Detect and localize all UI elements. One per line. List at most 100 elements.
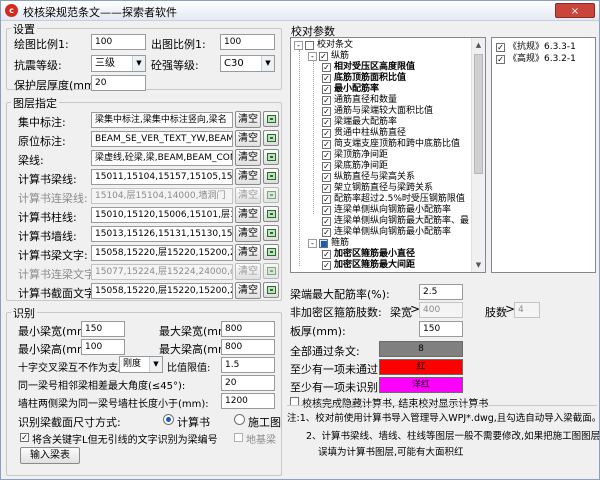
close-button[interactable]: × [555,3,595,18]
tree-item-label: 箍筋 [331,238,350,248]
note-2-line-2: 误填为计算书图层,可能有大面积红 [318,447,464,458]
layer-input-beam-line[interactable]: 梁虚线,砼梁,梁,BEAM,BEAM_CON,B [91,150,233,166]
angle-input[interactable]: 20 [221,375,275,391]
tree-item-label: 连梁单侧纵向钢筋最小配筋率 [334,227,452,237]
tree-checkbox[interactable]: ✓ [322,217,331,226]
spec-checkbox[interactable]: ✓ [496,55,505,64]
max-width-input[interactable]: 800 [221,321,275,337]
layer-input-concentrated[interactable]: 梁集中标注,梁集中标注竖向,梁名 [91,112,233,128]
tree-checkbox[interactable]: ✓ [322,107,331,116]
tree-item-label: 贯通中柱纵筋直径 [334,128,407,138]
clear-button-calc-column-line[interactable]: 清空 [235,206,261,223]
clear-button-inplace[interactable]: 清空 [235,130,261,147]
tree-checkbox[interactable] [305,41,314,50]
pass-color-swatch[interactable]: 8 [379,341,463,357]
layer-label-inplace: 原位标注: [18,135,66,148]
construction-drawing-radio[interactable] [234,414,245,425]
tree-checkbox[interactable]: ✓ [319,52,328,61]
tree-checkbox[interactable]: ✓ [322,228,331,237]
layer-input-calc-beam-text[interactable]: 15058,15220,层15220,15200,2100 [91,245,233,261]
min-width-input[interactable]: 150 [81,321,125,337]
app-logo-icon: c [5,4,18,17]
clear-button-calc-beam-line[interactable]: 清空 [235,168,261,185]
tree-checkbox[interactable]: ✓ [322,162,331,171]
beam-width-input: 400 [419,302,463,318]
foundation-beam-label: 地基梁 [246,435,276,446]
plate-thickness-input[interactable]: 150 [419,321,463,337]
tree-checkbox[interactable]: ✓ [322,250,331,259]
pick-layer-button-inplace[interactable] [263,130,279,146]
clear-button-calc-beam-text[interactable]: 清空 [235,244,261,261]
tree-checkbox[interactable]: ✓ [322,63,331,72]
scroll-up-icon[interactable]: ▲ [472,38,485,52]
layer-input-calc-column-line[interactable]: 15010,15120,15006,15101,层1510 [91,207,233,223]
ratio-limit-label: 比值限值: [167,363,211,374]
cover-input[interactable]: 20 [91,75,146,91]
tree-item-label: 连梁单侧纵向钢筋最大配筋率、最 [334,216,470,226]
tree-checkbox[interactable]: ✓ [322,85,331,94]
chevron-down-icon: ▼ [149,357,162,372]
pick-layer-button-calc-wall-line[interactable] [263,225,279,241]
tree-checkbox[interactable]: ✓ [322,118,331,127]
tree-item-label: 加密区箍筋最大间距 [334,260,416,270]
ratio-limit-input[interactable]: 1.5 [221,357,275,373]
layer-input-calc-section-text[interactable]: 15058,15220,层15220,15200,2100 [91,283,233,299]
max-height-input[interactable]: 800 [221,339,275,355]
collapse-icon[interactable]: - [308,239,317,248]
no-leader-text-checkbox[interactable]: ✓ [20,433,29,442]
clear-button-concentrated[interactable]: 清空 [235,111,261,128]
pick-layer-button-calc-column-line[interactable] [263,206,279,222]
unrecognized-color-swatch[interactable]: 洋红 [379,377,463,393]
clear-button-beam-line[interactable]: 清空 [235,149,261,166]
scrollbar-thumb[interactable] [474,54,483,174]
clear-button-calc-wall-line[interactable]: 清空 [235,225,261,242]
layer-input-calc-link-beam-line: 15104,层15104,14000,墙洞门 [91,188,233,204]
tree-checkbox[interactable]: ✓ [322,195,331,204]
tree-item-label: 梁端最大配筋率 [334,117,398,127]
chevron-down-icon: ▼ [132,56,145,71]
check-clauses-tree[interactable]: - 校对条文 - ✓ 纵筋 ✓ 相对受压区高度限值 ✓ 底筋顶筋面积比值 ✓ 最… [290,37,486,273]
pick-layer-button-beam-line[interactable] [263,149,279,165]
spec-list[interactable]: ✓ 《抗规》6.3.3-1 ✓ 《高规》6.3.2-1 [491,37,596,273]
pick-layer-icon [267,115,276,123]
pick-layer-button-calc-beam-text[interactable] [263,244,279,260]
layer-label-calc-link-beam-line: 计算书连梁线: [18,192,88,205]
tree-checkbox[interactable]: ✓ [322,96,331,105]
calc-book-radio-label: 计算书 [177,416,210,429]
tree-checkbox[interactable]: ✓ [322,74,331,83]
tree-scrollbar[interactable]: ▲ ▼ [471,38,485,272]
layer-input-calc-beam-line[interactable]: 15011,15104,15157,15105,15106, [91,169,233,185]
spec-checkbox[interactable]: ✓ [496,43,505,52]
tree-checkbox[interactable]: ✓ [322,261,331,270]
section-size-label: 识别梁截面尺寸方式: [18,416,121,429]
tree-checkbox[interactable]: ✓ [322,173,331,182]
tree-checkbox[interactable]: ✓ [322,184,331,193]
cross-beam-select[interactable]: 刚度 ▼ [119,356,163,373]
tree-checkbox[interactable]: ✓ [322,151,331,160]
min-height-input[interactable]: 100 [81,339,125,355]
concrete-select[interactable]: C30 ▼ [220,55,275,72]
pick-layer-button-concentrated[interactable] [263,111,279,127]
tree-checkbox[interactable]: ✓ [322,206,331,215]
out-scale-input[interactable]: 100 [220,34,275,50]
max-ratio-input[interactable]: 2.5 [419,284,463,300]
tree-checkbox[interactable]: ✓ [322,140,331,149]
collapse-icon[interactable]: - [308,52,317,61]
scroll-down-icon[interactable]: ▼ [472,258,485,272]
wall-length-input[interactable]: 1200 [221,393,275,409]
tree-checkbox[interactable]: ✓ [322,129,331,138]
fail-color-value: 红 [416,362,426,372]
pick-layer-button-calc-section-text[interactable] [263,282,279,298]
calc-book-radio[interactable] [163,414,174,425]
collapse-icon[interactable]: - [294,41,303,50]
layer-input-inplace[interactable]: BEAM_SE_VER_TEXT_YW,BEAM_SE_VE [91,131,233,147]
clear-button-calc-section-text[interactable]: 清空 [235,282,261,299]
layer-input-calc-wall-line[interactable]: 15013,15126,15131,15130,15103, [91,226,233,242]
pick-layer-button-calc-beam-line[interactable] [263,168,279,184]
input-beam-table-button[interactable]: 输入梁表 [20,447,80,464]
draw-scale-input[interactable]: 100 [91,34,146,50]
tree-checkbox[interactable]: ■ [319,239,328,248]
fail-color-swatch[interactable]: 红 [379,359,463,375]
cross-beam-value: 刚度 [123,359,142,369]
seismic-select[interactable]: 三级 ▼ [91,55,146,72]
